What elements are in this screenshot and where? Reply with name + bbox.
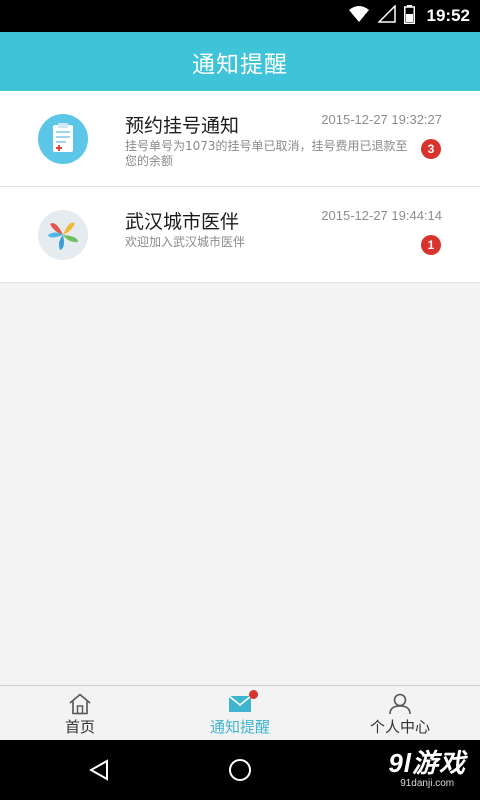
app-logo-icon <box>38 210 88 260</box>
back-icon[interactable] <box>88 759 110 785</box>
tab-profile[interactable]: 个人中心 <box>320 686 480 740</box>
notification-list: 预约挂号通知 2015-12-27 19:32:27 挂号单号为1073的挂号单… <box>0 91 480 283</box>
notification-title: 预约挂号通知 <box>125 115 240 137</box>
home-circle-icon[interactable] <box>228 758 252 786</box>
notification-title: 武汉城市医伴 <box>125 211 240 233</box>
watermark-logo: 9l游戏 91danji.com <box>388 748 466 790</box>
tab-label: 通知提醒 <box>209 718 270 736</box>
clipboard-icon <box>38 114 88 164</box>
app-header: 通知提醒 <box>0 32 480 91</box>
unread-dot <box>249 690 258 699</box>
system-nav-bar: 9l游戏 91danji.com <box>0 740 480 800</box>
bottom-tab-bar: 首页 通知提醒 个人中心 <box>0 685 480 740</box>
signal-icon <box>376 4 396 27</box>
unread-count-badge: 1 <box>421 235 441 255</box>
tab-notifications[interactable]: 通知提醒 <box>160 686 320 740</box>
notification-item-welcome[interactable]: 武汉城市医伴 2015-12-27 19:44:14 欢迎加入武汉城市医伴 1 <box>0 187 480 283</box>
battery-icon <box>403 4 415 28</box>
tab-label: 首页 <box>64 718 95 736</box>
notification-item-appointment[interactable]: 预约挂号通知 2015-12-27 19:32:27 挂号单号为1073的挂号单… <box>0 91 480 187</box>
watermark-sub: 91danji.com <box>400 778 455 789</box>
watermark-main: 9l游戏 <box>388 748 466 778</box>
home-icon <box>67 693 93 715</box>
unread-count-badge: 3 <box>421 139 441 159</box>
page-title: 通知提醒 <box>192 51 288 78</box>
status-bar: 19:52 <box>0 0 480 32</box>
tab-label: 个人中心 <box>369 718 430 736</box>
tab-home[interactable]: 首页 <box>0 686 160 740</box>
notification-time: 2015-12-27 19:44:14 <box>321 208 442 223</box>
wifi-icon <box>348 5 370 27</box>
person-icon <box>387 693 413 715</box>
mail-icon <box>227 690 258 715</box>
notification-description: 挂号单号为1073的挂号单已取消，挂号费用已退款至您的余额 <box>125 139 408 168</box>
status-time: 19:52 <box>426 6 470 25</box>
notification-time: 2015-12-27 19:32:27 <box>321 112 442 127</box>
notification-description: 欢迎加入武汉城市医伴 <box>125 235 246 249</box>
status-icons: 19:52 <box>348 0 470 32</box>
